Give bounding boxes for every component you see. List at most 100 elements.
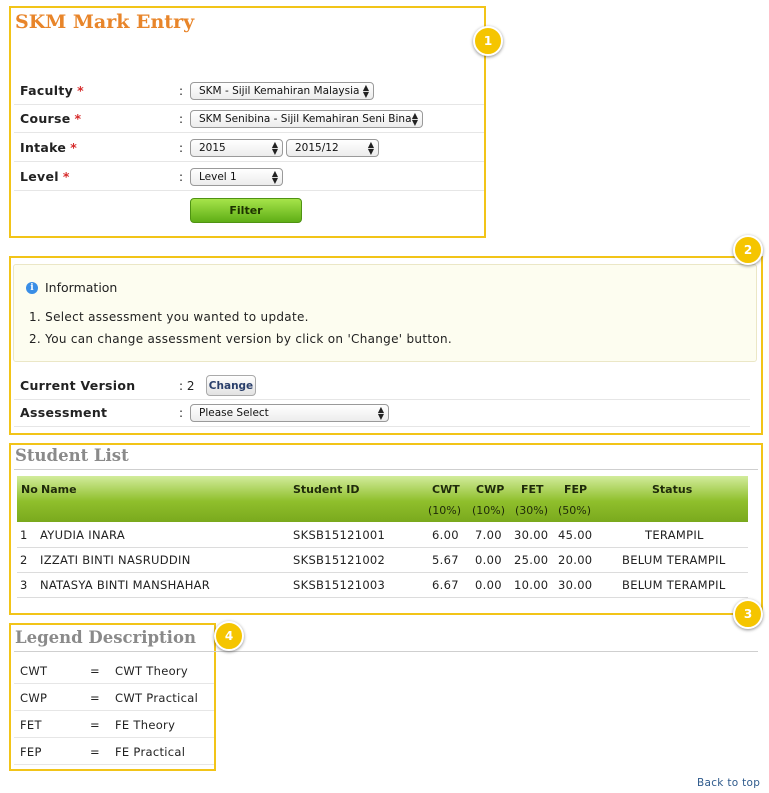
information-panel: i Information 1. Select assessment you w…	[13, 264, 757, 362]
required-mark: *	[70, 140, 78, 155]
legend-item: CWT = CWT Theory	[14, 657, 214, 684]
table-row[interactable]: 3 NATASYA BINTI MANSHAHAR SKSB15121003 6…	[17, 573, 748, 598]
cell-name: NATASYA BINTI MANSHAHAR	[40, 578, 211, 592]
faculty-label: Faculty	[20, 83, 74, 98]
course-label: Course	[20, 111, 71, 126]
cell-fet: 10.00	[514, 578, 549, 592]
course-row: Course * : SKM Senibina - Sijil Kemahiran…	[14, 105, 484, 133]
assessment-row: Assessment : Please Select ▲ ▼	[14, 399, 750, 427]
level-select[interactable]: Level 1 ▲ ▼	[190, 167, 283, 186]
required-mark: *	[62, 169, 70, 184]
change-version-button[interactable]: Change	[206, 375, 256, 396]
cell-name: IZZATI BINTI NASRUDDIN	[40, 553, 191, 567]
faculty-row: Faculty * : SKM - Sijil Kemahiran Malaysi…	[14, 77, 484, 105]
current-version-row: Current Version : 2	[14, 372, 750, 400]
cell-fet: 30.00	[514, 528, 549, 542]
cell-fet: 25.00	[514, 553, 549, 567]
cell-status: TERAMPIL	[645, 528, 704, 542]
legend-code: FEP	[20, 745, 42, 759]
table-row[interactable]: 1 AYUDIA INARA SKSB15121001 6.00 7.00 30…	[17, 523, 748, 548]
assessment-label: Assessment	[20, 405, 108, 420]
cell-student-id: SKSB15121001	[293, 528, 386, 542]
information-item: 1. Select assessment you wanted to updat…	[29, 310, 309, 324]
divider	[14, 469, 758, 470]
callout-badge-4: 4	[214, 621, 244, 651]
legend-equals: =	[90, 745, 100, 759]
legend-desc: FE Practical	[115, 745, 186, 759]
header-status: Status	[652, 483, 693, 496]
callout-badge-2: 2	[733, 235, 763, 265]
select-arrows-icon: ▲ ▼	[271, 139, 278, 156]
cell-no: 2	[20, 553, 28, 567]
cell-cwt: 6.00	[432, 528, 459, 542]
current-version-value: : 2	[179, 378, 195, 393]
divider	[14, 651, 758, 652]
colon: :	[179, 140, 184, 155]
required-mark: *	[77, 83, 84, 98]
back-to-top-link[interactable]: Back to top	[697, 777, 760, 789]
legend-item: FET = FE Theory	[14, 711, 214, 738]
course-select[interactable]: SKM Senibina - Sijil Kemahiran Seni Bina…	[190, 109, 423, 128]
colon: :	[179, 111, 184, 126]
legend-item: CWP = CWT Practical	[14, 684, 214, 711]
cell-student-id: SKSB15121002	[293, 553, 386, 567]
select-arrows-icon: ▲ ▼	[377, 404, 384, 421]
table-row[interactable]: 2 IZZATI BINTI NASRUDDIN SKSB15121002 5.…	[17, 548, 748, 573]
cell-cwt: 6.67	[432, 578, 459, 592]
level-label: Level	[20, 169, 59, 184]
assessment-select[interactable]: Please Select ▲ ▼	[190, 403, 389, 422]
level-row: Level * : Level 1 ▲ ▼	[14, 163, 484, 191]
page-title: SKM Mark Entry	[15, 11, 195, 33]
cell-fep: 30.00	[558, 578, 593, 592]
current-version-label: Current Version	[20, 378, 136, 393]
legend-equals: =	[90, 691, 100, 705]
cell-cwp: 7.00	[475, 528, 502, 542]
filter-button[interactable]: Filter	[190, 198, 302, 223]
cell-status: BELUM TERAMPIL	[622, 578, 726, 592]
cell-fep: 20.00	[558, 553, 593, 567]
cell-cwt: 5.67	[432, 553, 459, 567]
colon: :	[179, 405, 184, 420]
faculty-select[interactable]: SKM - Sijil Kemahiran Malaysia ▲ ▼	[190, 81, 374, 100]
intake-session-select[interactable]: 2015/12 ▲ ▼	[286, 138, 379, 157]
intake-label: Intake	[20, 140, 67, 155]
legend-code: CWP	[20, 691, 48, 705]
header-name: Name	[41, 483, 77, 496]
legend-equals: =	[90, 664, 100, 678]
select-arrows-icon: ▲ ▼	[271, 168, 278, 185]
legend-code: FET	[20, 718, 42, 732]
colon: :	[179, 83, 184, 98]
required-mark: *	[74, 111, 82, 126]
legend-item: FEP = FE Practical	[14, 738, 214, 765]
cell-fep: 45.00	[558, 528, 593, 542]
select-arrows-icon: ▲ ▼	[411, 110, 418, 127]
cell-status: BELUM TERAMPIL	[622, 553, 726, 567]
legend-code: CWT	[20, 664, 48, 678]
intake-row: Intake * : 2015 ▲ ▼ 2015/12 ▲ ▼	[14, 134, 484, 162]
legend-desc: FE Theory	[115, 718, 176, 732]
header-fet: FET	[521, 483, 544, 496]
cell-student-id: SKSB15121003	[293, 578, 386, 592]
header-fep: FEP	[564, 483, 588, 496]
header-fep-weight: (50%)	[558, 504, 592, 517]
info-icon: i	[26, 281, 38, 294]
header-cwp-weight: (10%)	[472, 504, 506, 517]
header-cwt: CWT	[432, 483, 460, 496]
callout-badge-3: 3	[733, 599, 763, 629]
legend-title: Legend Description	[15, 628, 196, 647]
header-cwt-weight: (10%)	[428, 504, 462, 517]
information-item: 2. You can change assessment version by …	[29, 332, 452, 346]
legend-equals: =	[90, 718, 100, 732]
cell-name: AYUDIA INARA	[40, 528, 126, 542]
header-no: No	[21, 483, 38, 496]
cell-cwp: 0.00	[475, 578, 502, 592]
header-student-id: Student ID	[293, 483, 360, 496]
information-title: Information	[45, 280, 118, 295]
select-arrows-icon: ▲ ▼	[367, 139, 374, 156]
legend-desc: CWT Practical	[115, 691, 199, 705]
colon: :	[179, 169, 184, 184]
intake-year-select[interactable]: 2015 ▲ ▼	[190, 138, 283, 157]
header-cwp: CWP	[476, 483, 505, 496]
select-arrows-icon: ▲ ▼	[362, 82, 369, 99]
cell-no: 3	[20, 578, 28, 592]
